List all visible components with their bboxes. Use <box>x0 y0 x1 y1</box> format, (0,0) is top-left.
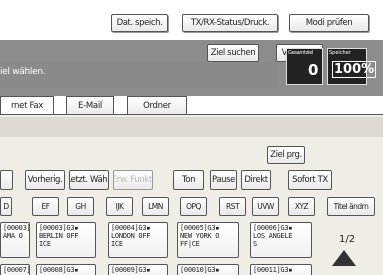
destination-button-next-row[interactable]: [00010]G3▪ <box>177 264 239 275</box>
destination-line: [00006]G3▪ <box>253 224 293 232</box>
index-key-uvw[interactable]: UVW <box>252 197 279 216</box>
scroll-up-icon[interactable] <box>332 250 356 266</box>
prompt-text: iel wählen. <box>0 67 46 77</box>
destination-line: [00003]G3▪ <box>39 224 79 232</box>
destination-line: [00010]G3▪ <box>180 266 220 274</box>
index-key-opq[interactable]: OPQ <box>180 197 207 216</box>
main-panel-stripe <box>0 117 383 137</box>
page-indicator: 1/2 <box>339 234 356 245</box>
titel-aendern-button[interactable]: Titel ändrn <box>327 197 375 216</box>
destination-button[interactable]: [00005]G3▪ NEW YORK O FF|CE <box>177 222 239 258</box>
destination-button-next-row[interactable]: [00011]G3▪ <box>250 264 312 275</box>
destination-line: LONDON OFF <box>111 232 151 240</box>
destination-line: [00005]G3▪ <box>180 224 220 232</box>
sofort-tx-button[interactable]: Sofort TX <box>288 170 332 190</box>
destination-line: NEW YORK O <box>180 232 220 240</box>
index-key-gh[interactable]: GH <box>67 197 94 216</box>
destination-button-next-row[interactable]: [00007]G3▪ <box>0 264 30 275</box>
destination-line: [00004]G3▪ <box>111 224 151 232</box>
memory-label: Speicher <box>329 50 351 56</box>
ton-button[interactable]: Ton <box>173 170 204 190</box>
index-key-d[interactable]: D <box>0 197 12 216</box>
counter-label: Gesamtziel <box>288 50 313 56</box>
tx-rx-status-button[interactable]: TX/RX-Status/Druck. <box>182 14 278 32</box>
index-key-ef[interactable]: EF <box>32 197 59 216</box>
destination-line: [00003]G3▪ <box>3 224 30 232</box>
destination-line: AMA O <box>3 232 23 240</box>
modi-pruefen-button[interactable]: Modi prüfen <box>289 14 369 32</box>
tab-internet-fax[interactable]: rnet Fax <box>0 96 54 114</box>
destination-button-next-row[interactable]: [00008]G3▪ <box>36 264 96 275</box>
erw-funkt-button[interactable]: Erw. Funkt. <box>113 170 153 190</box>
destination-line: BERLIN OFF <box>39 232 79 240</box>
first-toolbar-button[interactable] <box>0 170 13 190</box>
destination-button[interactable]: [00004]G3▪ LONDON OFF ICE <box>108 222 168 258</box>
counter-value: 0 <box>308 61 319 79</box>
direkt-button[interactable]: Direkt <box>241 170 271 190</box>
destination-button[interactable]: [00003]G3▪ BERLIN OFF ICE <box>36 222 96 258</box>
index-key-ijk[interactable]: IJK <box>106 197 133 216</box>
ziel-prg-button[interactable]: Ziel prg. <box>267 146 305 164</box>
destination-line: [00009]G3▪ <box>111 266 151 274</box>
index-key-lmn[interactable]: LMN <box>142 197 169 216</box>
destination-line: FF|CE <box>180 240 200 248</box>
destination-line: [00007]G3▪ <box>3 266 30 274</box>
dat-speich-button[interactable]: Dat. speich. <box>111 14 168 32</box>
letzte-wahl-button[interactable]: Letzt. Wähl. <box>69 170 109 190</box>
ziel-suchen-button[interactable]: Ziel suchen <box>207 44 259 62</box>
destination-line: S <box>253 240 257 248</box>
destination-button[interactable]: [00003]G3▪ AMA O <box>0 222 30 258</box>
tab-strip-background <box>0 96 383 114</box>
destination-line: ICE <box>111 240 123 248</box>
destination-line <box>3 240 27 248</box>
destination-line: LOS ANGELE <box>253 232 293 240</box>
memory-value: 100% <box>332 61 377 78</box>
index-key-xyz[interactable]: XYZ <box>288 197 315 216</box>
destination-button[interactable]: [00006]G3▪ LOS ANGELE S <box>250 222 312 258</box>
pause-button[interactable]: Pause <box>210 170 237 190</box>
vorherig-button[interactable]: Vorherig. <box>25 170 65 190</box>
destination-line: [00008]G3▪ <box>39 266 79 274</box>
destination-line: [00011]G3▪ <box>253 266 293 274</box>
tab-ordner[interactable]: Ordner <box>127 96 187 114</box>
destination-button-next-row[interactable]: [00009]G3▪ <box>108 264 168 275</box>
destination-line: ICE <box>39 240 51 248</box>
tab-email[interactable]: E-Mail <box>66 96 114 114</box>
index-key-rst[interactable]: RST <box>219 197 246 216</box>
